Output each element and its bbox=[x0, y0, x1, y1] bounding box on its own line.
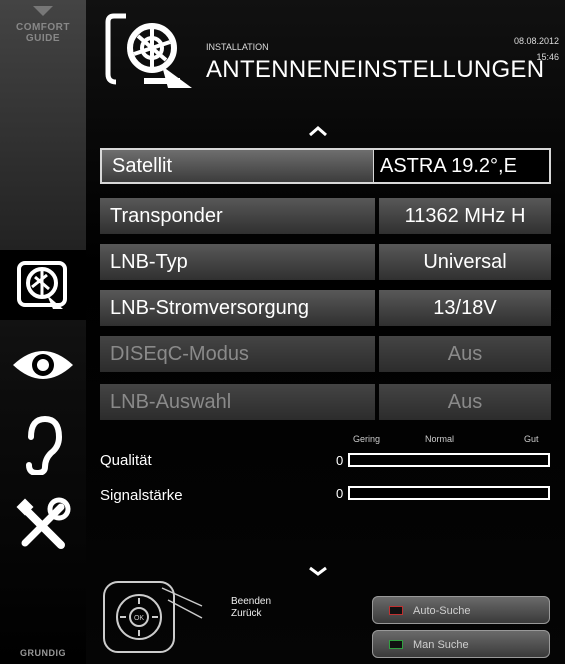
setting-label: LNB-Stromversorgung bbox=[100, 290, 375, 326]
strength-value: 0 bbox=[336, 486, 344, 501]
setting-value: Aus bbox=[379, 384, 551, 420]
manual-search-button[interactable]: Man Suche bbox=[372, 630, 550, 658]
main-panel: INSTALLATION ANTENNENEINSTELLUNGEN 08.08… bbox=[86, 0, 565, 664]
setting-value: Aus bbox=[379, 336, 551, 372]
button-label: Man Suche bbox=[413, 639, 469, 651]
comfort-guide[interactable]: COMFORT GUIDE bbox=[0, 0, 86, 250]
comfort-guide-line1: COMFORT bbox=[15, 22, 71, 33]
setting-row-transponder[interactable]: Transponder 11362 MHz H bbox=[100, 198, 551, 234]
brand-logo: GRUNDIG bbox=[20, 648, 66, 658]
chevron-down-icon[interactable] bbox=[308, 566, 328, 576]
setting-row-lnb-typ[interactable]: LNB-Typ Universal bbox=[100, 244, 551, 280]
setting-label: LNB-Typ bbox=[100, 244, 375, 280]
color-key-icon bbox=[389, 606, 403, 615]
satellite-dish-icon bbox=[17, 261, 67, 309]
strength-label: Signalstärke bbox=[100, 487, 183, 504]
exit-hint: Beenden bbox=[231, 596, 272, 607]
svg-text:OK: OK bbox=[134, 615, 144, 622]
scale-low-label: Gering bbox=[353, 434, 381, 444]
remote-navigation-icon: OK bbox=[103, 581, 203, 653]
quality-value: 0 bbox=[336, 453, 344, 468]
sidebar: COMFORT GUIDE GRUNDIG bbox=[0, 0, 86, 664]
setting-row-satellit[interactable]: Satellit ASTRA 19.2°,E bbox=[100, 148, 551, 184]
sidebar-item-picture[interactable] bbox=[0, 330, 86, 400]
chevron-down-icon bbox=[33, 6, 53, 16]
comfort-guide-label: COMFORT GUIDE bbox=[0, 22, 86, 44]
color-key-icon bbox=[389, 640, 403, 649]
quality-meter bbox=[348, 453, 550, 467]
tools-icon bbox=[16, 497, 71, 549]
time-display: 15:46 bbox=[536, 52, 559, 62]
section-label: INSTALLATION bbox=[206, 42, 269, 52]
setting-row-lnb-stromversorgung[interactable]: LNB-Stromversorgung 13/18V bbox=[100, 290, 551, 326]
scale-high-label: Gut bbox=[524, 434, 539, 444]
date-display: 08.08.2012 bbox=[513, 36, 559, 46]
setting-value[interactable]: Universal bbox=[379, 244, 551, 280]
comfort-guide-line2: GUIDE bbox=[25, 33, 61, 44]
remote-hints: Beenden Zurück bbox=[231, 596, 271, 620]
scale-mid-label: Normal bbox=[425, 434, 455, 444]
setting-label: Satellit bbox=[100, 148, 375, 184]
setting-value[interactable]: ASTRA 19.2°,E bbox=[373, 148, 551, 184]
page-title: ANTENNENEINSTELLUNGEN bbox=[206, 56, 545, 83]
eye-icon bbox=[13, 351, 73, 379]
chevron-up-icon[interactable] bbox=[308, 126, 328, 136]
strength-meter bbox=[348, 486, 550, 500]
quality-label: Qualität bbox=[100, 452, 152, 469]
auto-search-button[interactable]: Auto-Suche bbox=[372, 596, 550, 624]
sidebar-item-sound[interactable] bbox=[0, 410, 86, 480]
setting-label: Transponder bbox=[100, 198, 375, 234]
ear-icon bbox=[26, 415, 63, 475]
setting-row-diseqc-modus: DISEqC-Modus Aus bbox=[100, 336, 551, 372]
setting-value[interactable]: 13/18V bbox=[379, 290, 551, 326]
satellite-dish-header-icon bbox=[105, 13, 192, 88]
setting-label: DISEqC-Modus bbox=[100, 336, 375, 372]
setting-label: LNB-Auswahl bbox=[100, 384, 375, 420]
tv-menu-screen: COMFORT GUIDE GRUNDIG INSTALLATION ANTEN… bbox=[0, 0, 565, 664]
button-label: Auto-Suche bbox=[413, 605, 471, 617]
setting-row-lnb-auswahl: LNB-Auswahl Aus bbox=[100, 384, 551, 420]
sidebar-item-settings[interactable] bbox=[0, 490, 86, 560]
sidebar-item-installation[interactable] bbox=[0, 250, 86, 320]
back-hint: Zurück bbox=[231, 608, 262, 619]
setting-value[interactable]: 11362 MHz H bbox=[379, 198, 551, 234]
